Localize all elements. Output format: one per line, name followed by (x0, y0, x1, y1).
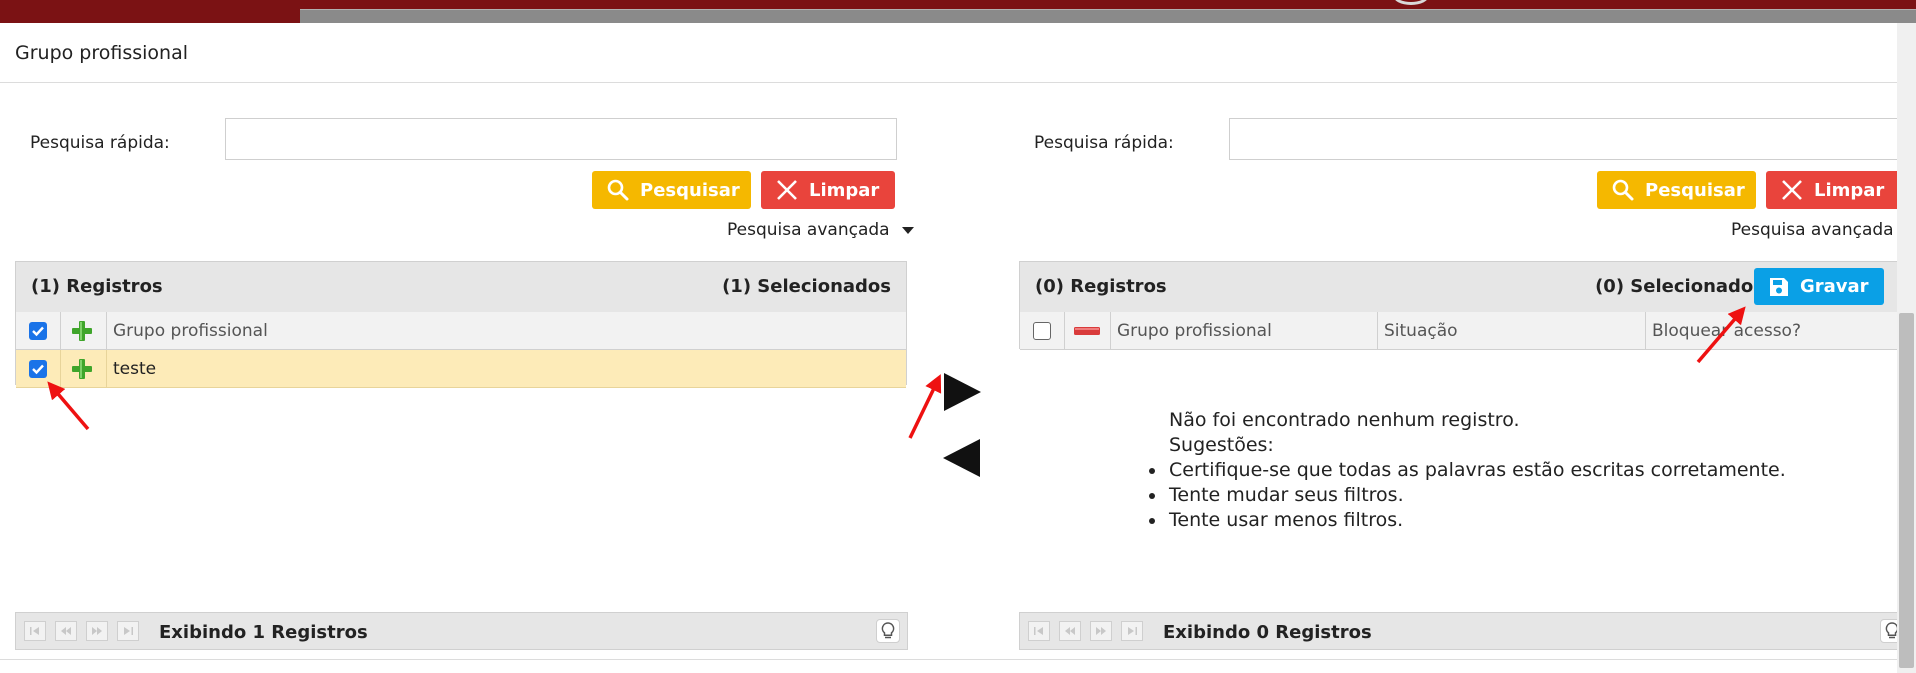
left-clear-button[interactable]: Limpar (761, 171, 895, 209)
right-clear-button[interactable]: Limpar (1766, 171, 1897, 209)
move-right-button[interactable] (944, 373, 981, 411)
left-selected-count: (1) Selecionados (722, 276, 891, 297)
save-button[interactable]: Gravar (1754, 268, 1884, 305)
row-checkbox[interactable] (29, 359, 47, 378)
modal-dialog: Grupo profissional Pesquisa rápida: Pesq… (0, 23, 1904, 673)
check-icon (32, 364, 44, 374)
left-quick-search-label: Pesquisa rápida: (30, 133, 170, 153)
left-tip-button[interactable] (876, 619, 900, 643)
top-bar-decoration (1393, 0, 1429, 5)
next-page-button[interactable] (86, 621, 108, 641)
save-button-label: Gravar (1800, 276, 1869, 297)
right-panel-footer: Exibindo 0 Registros (1019, 612, 1904, 650)
left-advanced-search-toggle[interactable]: Pesquisa avançada (727, 220, 914, 240)
right-records-count: (0) Registros (1035, 276, 1167, 297)
left-footer-info: Exibindo 1 Registros (159, 622, 368, 643)
scrollbar-thumb[interactable] (1899, 313, 1914, 668)
left-panel-footer: Exibindo 1 Registros (15, 612, 908, 650)
empty-suggestion-item: Certifique-se que todas as palavras estã… (1149, 459, 1786, 481)
right-search-button[interactable]: Pesquisar (1597, 171, 1756, 209)
right-remove-all-cell (1065, 312, 1111, 349)
close-icon (1782, 180, 1802, 200)
table-row[interactable]: teste (16, 350, 906, 388)
row-grupo-cell: teste (107, 350, 906, 387)
right-panel-header: (0) Registros (0) Selecionados Gravar (1020, 262, 1897, 313)
previous-page-icon (61, 627, 71, 635)
right-col-grupo-profissional-label: Grupo profissional (1117, 320, 1272, 341)
row-checkbox-cell (16, 350, 61, 387)
right-table-header: Grupo profissional Situação Bloquear ace… (1020, 312, 1897, 350)
check-icon (32, 326, 44, 336)
right-quick-search-input[interactable] (1229, 118, 1897, 160)
plus-icon[interactable] (70, 319, 94, 343)
last-page-button[interactable] (1121, 621, 1143, 641)
row-add-cell (61, 350, 107, 387)
left-clear-button-label: Limpar (809, 179, 880, 201)
right-col-grupo-profissional[interactable]: Grupo profissional (1111, 312, 1378, 349)
last-page-icon (124, 627, 133, 635)
right-select-all-checkbox[interactable] (1033, 321, 1051, 340)
minus-icon[interactable] (1074, 326, 1100, 335)
next-page-icon (1096, 627, 1106, 635)
previous-page-button[interactable] (1059, 621, 1081, 641)
previous-page-button[interactable] (55, 621, 77, 641)
right-advanced-search-toggle[interactable]: Pesquisa avançada (1731, 220, 1894, 240)
left-col-grupo-profissional[interactable]: Grupo profissional (107, 312, 906, 349)
right-quick-search-label: Pesquisa rápida: (1034, 133, 1174, 153)
right-col-situacao[interactable]: Situação (1378, 312, 1646, 349)
left-select-all-cell (16, 312, 61, 349)
first-page-button[interactable] (1028, 621, 1050, 641)
empty-suggestions-list: Certifique-se que todas as palavras estã… (1149, 458, 1786, 533)
right-select-all-cell (1020, 312, 1065, 349)
next-page-button[interactable] (1090, 621, 1112, 641)
last-page-button[interactable] (117, 621, 139, 641)
empty-suggestion-item: Tente usar menos filtros. (1149, 508, 1786, 533)
right-advanced-search-label: Pesquisa avançada (1731, 220, 1894, 240)
right-clear-button-label: Limpar (1814, 179, 1885, 201)
close-icon (777, 180, 797, 200)
search-icon (607, 179, 629, 201)
left-table-header: Grupo profissional (16, 312, 906, 350)
left-results-panel: (1) Registros (1) Selecionados Grupo pro… (15, 261, 907, 388)
first-page-icon (1034, 627, 1043, 635)
left-advanced-search-label: Pesquisa avançada (727, 220, 890, 240)
modal-title: Grupo profissional (15, 42, 189, 64)
empty-message-text: Não foi encontrado nenhum registro. (1169, 409, 1520, 431)
move-left-button[interactable] (943, 439, 980, 477)
page-scrollbar[interactable] (1897, 23, 1916, 673)
left-panel-header: (1) Registros (1) Selecionados (16, 262, 906, 313)
empty-suggestion-item: Tente mudar seus filtros. (1149, 483, 1786, 508)
left-select-all-checkbox[interactable] (29, 321, 47, 340)
first-page-icon (30, 627, 39, 635)
row-grupo-value: teste (113, 358, 157, 379)
empty-suggestions-label: Sugestões: (1169, 434, 1274, 456)
search-icon (1612, 179, 1634, 201)
left-quick-search-input[interactable] (225, 118, 897, 160)
right-search-button-label: Pesquisar (1645, 179, 1745, 201)
caret-down-icon (901, 226, 914, 234)
floppy-disk-icon (1770, 277, 1788, 296)
first-page-button[interactable] (24, 621, 46, 641)
last-page-icon (1128, 627, 1137, 635)
right-results-panel: (0) Registros (0) Selecionados Gravar Gr… (1019, 261, 1897, 350)
left-records-count: (1) Registros (31, 276, 163, 297)
left-search-button[interactable]: Pesquisar (592, 171, 751, 209)
left-col-grupo-profissional-label: Grupo profissional (113, 320, 268, 341)
right-col-situacao-label: Situação (1384, 320, 1458, 341)
modal-header: Grupo profissional (0, 23, 1897, 83)
plus-icon[interactable] (70, 357, 94, 381)
app-top-bar (0, 0, 1916, 24)
top-bar-strip (300, 9, 1916, 24)
modal-bottom-divider (0, 659, 1897, 660)
lightbulb-icon (881, 622, 895, 639)
next-page-icon (92, 627, 102, 635)
right-col-bloquear-acesso[interactable]: Bloquear acesso? (1646, 312, 1897, 349)
right-footer-info: Exibindo 0 Registros (1163, 622, 1372, 643)
right-col-bloquear-acesso-label: Bloquear acesso? (1652, 320, 1801, 341)
empty-results-message: Não foi encontrado nenhum registro. Suge… (1149, 408, 1786, 533)
left-add-all-cell (61, 312, 107, 349)
previous-page-icon (1065, 627, 1075, 635)
right-selected-count: (0) Selecionados (1595, 276, 1764, 297)
left-search-button-label: Pesquisar (640, 179, 740, 201)
